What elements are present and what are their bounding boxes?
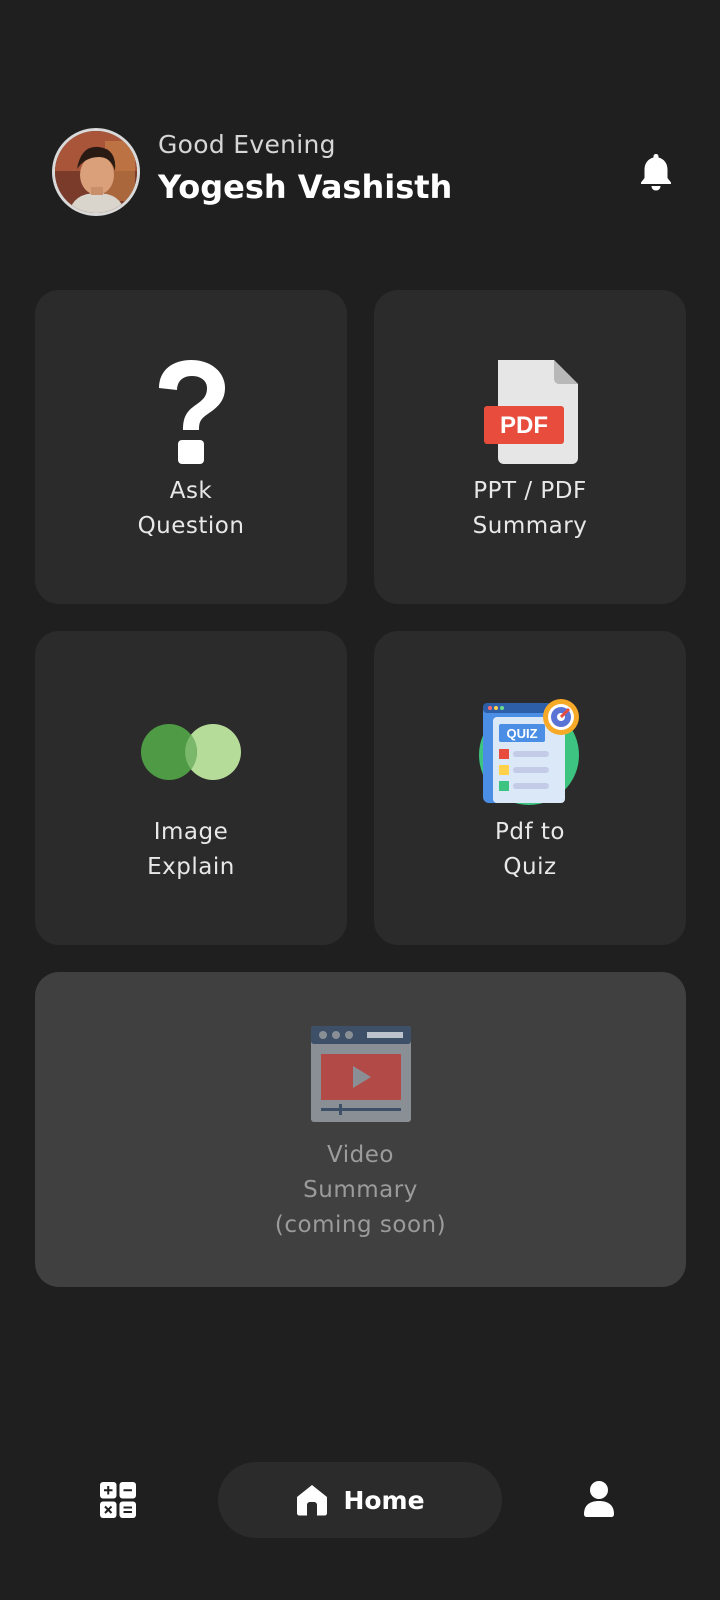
pdf-file-icon: PDF: [480, 356, 580, 466]
ask-question-line2: Question: [137, 513, 245, 539]
bottom-nav: Home: [0, 1460, 720, 1540]
video-summary-card[interactable]: Video Summary (coming soon): [35, 972, 686, 1287]
user-avatar-photo: [55, 131, 137, 213]
user-name: Yogesh Vashisth: [158, 168, 453, 206]
image-explain-line2: Explain: [147, 854, 235, 880]
home-tab[interactable]: Home: [218, 1462, 502, 1538]
pdf-summary-line2: Summary: [472, 513, 588, 539]
pdf-to-quiz-line2: Quiz: [503, 854, 557, 880]
question-mark-icon: [151, 356, 231, 466]
bell-icon[interactable]: [638, 152, 674, 192]
pdf-to-quiz-card[interactable]: QUIZ Pdf to Quiz: [374, 631, 686, 945]
ask-question-card[interactable]: Ask Question: [35, 290, 347, 604]
image-explain-line1: Image: [153, 819, 229, 845]
pdf-summary-label: PPT / PDF Summary: [473, 474, 588, 544]
quiz-icon: QUIZ: [477, 697, 583, 807]
home-tab-label: Home: [343, 1485, 425, 1515]
video-summary-line2: Summary: [303, 1177, 418, 1203]
header: Good Evening Yogesh Vashisth: [52, 128, 684, 216]
video-summary-line3: (coming soon): [274, 1212, 447, 1238]
home-screen: Good Evening Yogesh Vashisth Ask Questio…: [0, 0, 720, 1600]
avatar[interactable]: [52, 128, 140, 216]
home-icon: [297, 1485, 328, 1516]
overlapping-circles-icon: [141, 697, 241, 807]
pdf-summary-card[interactable]: PDF PPT / PDF Summary: [374, 290, 686, 604]
greeting-text: Good Evening: [158, 130, 336, 159]
pdf-to-quiz-label: Pdf to Quiz: [495, 815, 565, 885]
profile-icon[interactable]: [582, 1480, 616, 1518]
video-summary-label: Video Summary (coming soon): [275, 1138, 446, 1243]
pdf-badge-text: PDF: [500, 412, 548, 439]
ask-question-line1: Ask: [169, 478, 213, 504]
video-summary-line1: Video: [327, 1142, 394, 1168]
pdf-summary-line1: PPT / PDF: [473, 478, 587, 504]
image-explain-label: Image Explain: [147, 815, 235, 885]
ask-question-label: Ask Question: [138, 474, 245, 544]
image-explain-card[interactable]: Image Explain: [35, 631, 347, 945]
calculator-icon[interactable]: [100, 1482, 136, 1518]
quiz-badge-text: QUIZ: [506, 726, 537, 741]
pdf-to-quiz-line1: Pdf to: [495, 819, 565, 845]
video-player-icon: [310, 1024, 411, 1124]
